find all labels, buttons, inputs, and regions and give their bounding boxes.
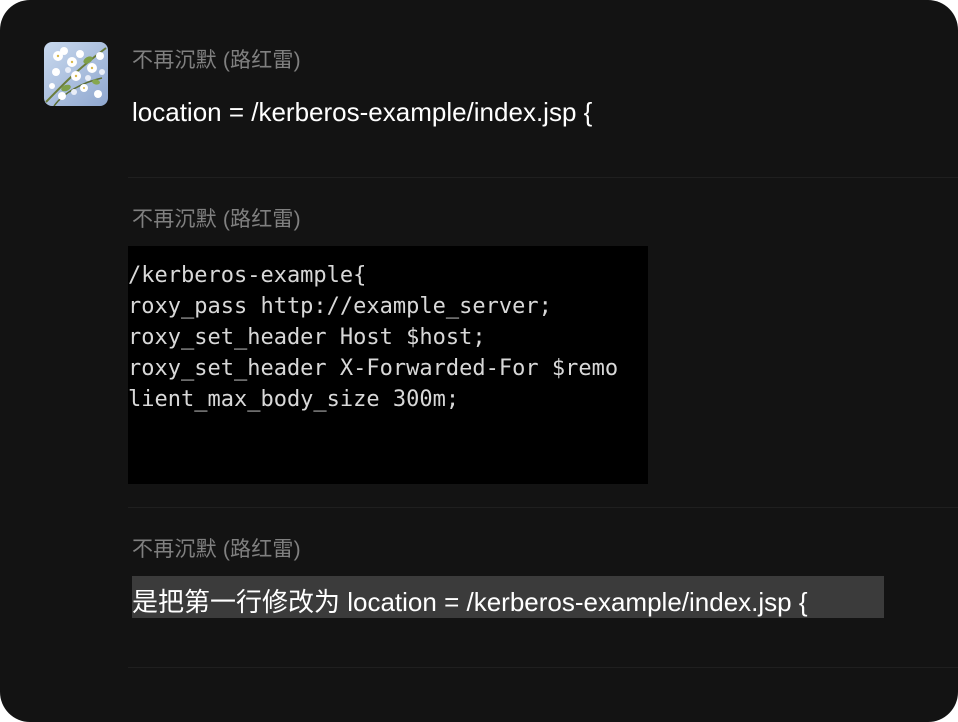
message-divider — [128, 507, 958, 508]
code-screenshot-image[interactable]: /kerberos-example{ roxy_pass http://exam… — [128, 246, 648, 484]
code-line: /kerberos-example{ — [128, 263, 367, 288]
code-line: roxy_set_header Host $host; — [128, 325, 486, 350]
chat-window: 不再沉默 (路红雷) location = /kerberos-example/… — [0, 0, 958, 722]
message-text: 是把第一行修改为 location = /kerberos-example/in… — [132, 587, 808, 617]
code-lines: /kerberos-example{ roxy_pass http://exam… — [128, 260, 618, 415]
message-text: location = /kerberos-example/index.jsp { — [132, 97, 593, 127]
message-divider — [128, 177, 958, 178]
code-line: roxy_set_header X-Forwarded-For $remo — [128, 356, 619, 381]
avatar[interactable] — [44, 42, 108, 106]
sender-name: 不再沉默 (路红雷) — [132, 208, 301, 231]
flower-photo-avatar-icon — [44, 42, 108, 106]
message-divider — [128, 667, 958, 668]
sender-name: 不再沉默 (路红雷) — [132, 49, 301, 72]
code-line: lient_max_body_size 300m; — [128, 387, 460, 412]
code-line: roxy_pass http://example_server; — [128, 294, 552, 319]
sender-name: 不再沉默 (路红雷) — [132, 538, 301, 561]
